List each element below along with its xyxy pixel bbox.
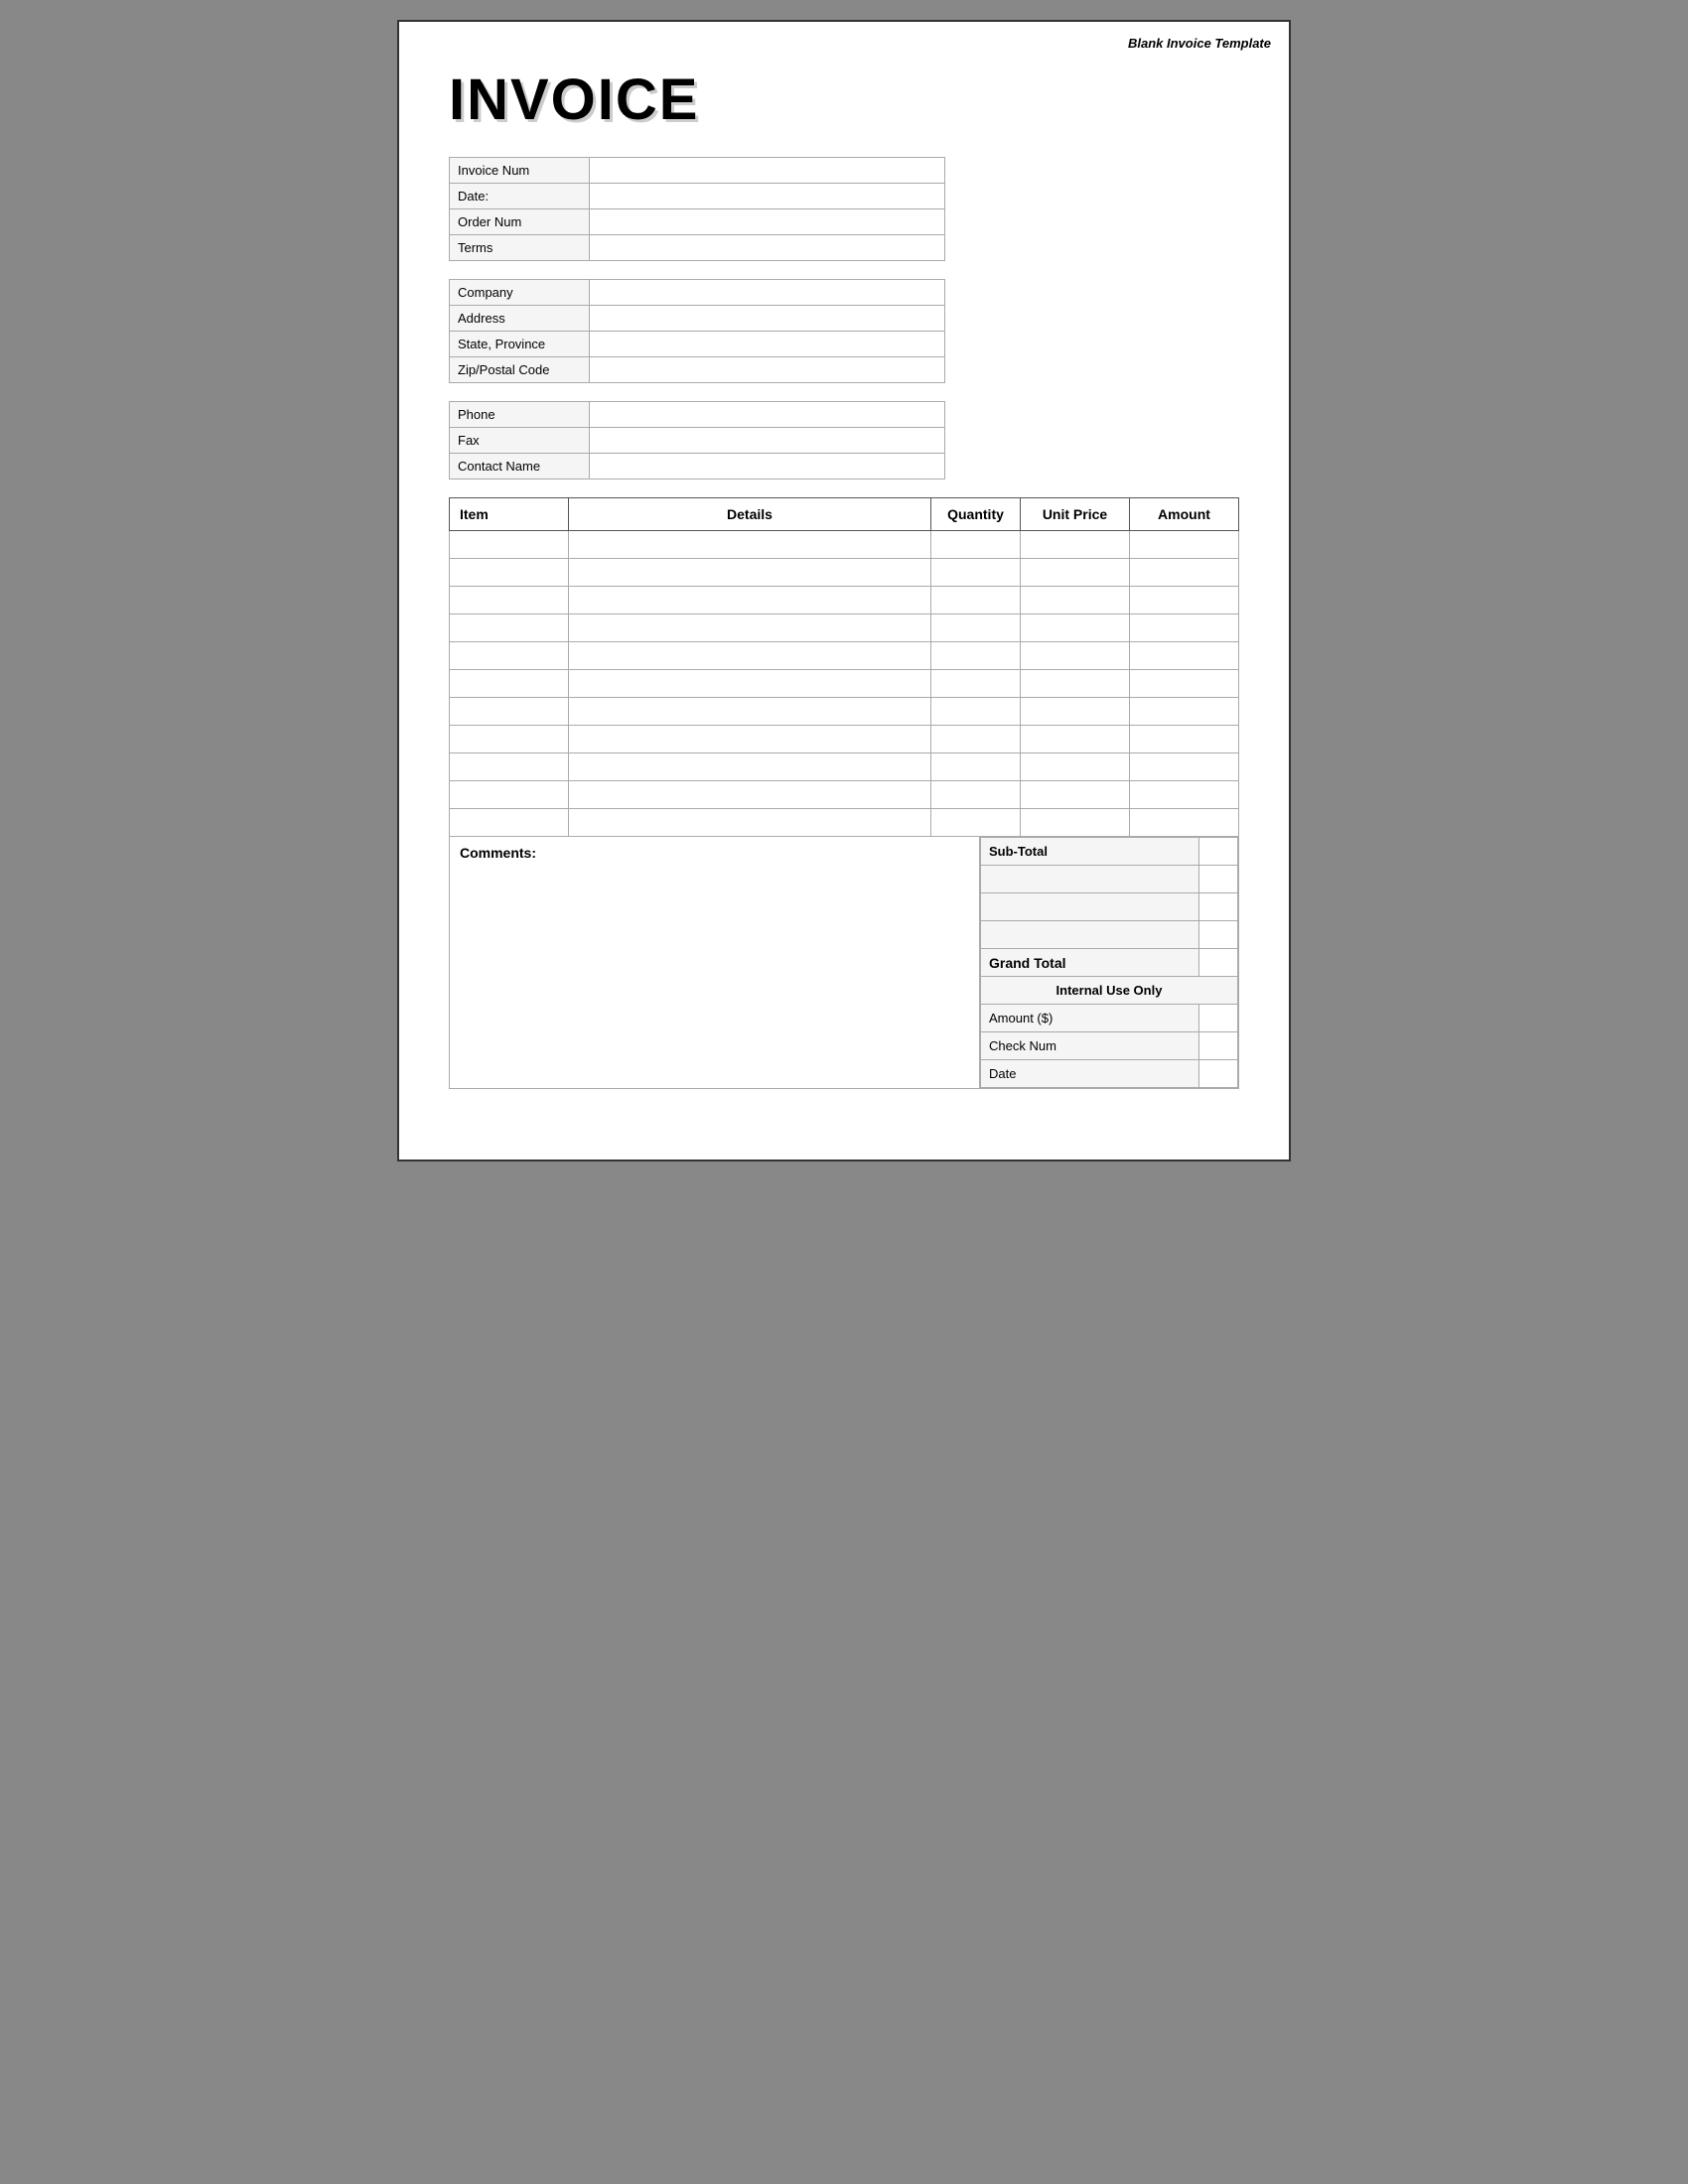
col-header-amount: Amount bbox=[1130, 498, 1239, 531]
terms-row: Terms bbox=[450, 235, 945, 261]
address-value[interactable] bbox=[590, 306, 945, 332]
order-num-row: Order Num bbox=[450, 209, 945, 235]
phone-value[interactable] bbox=[590, 402, 945, 428]
phone-label: Phone bbox=[450, 402, 590, 428]
state-province-value[interactable] bbox=[590, 332, 945, 357]
internal-use-row: Internal Use Only bbox=[981, 977, 1238, 1005]
fax-label: Fax bbox=[450, 428, 590, 454]
totals-spacer-row-1 bbox=[981, 866, 1238, 893]
company-info-section: Company Address State, Province Zip/Post… bbox=[449, 279, 1239, 383]
subtotal-label: Sub-Total bbox=[981, 838, 1199, 866]
totals-spacer-row-3 bbox=[981, 921, 1238, 949]
col-header-unit-price: Unit Price bbox=[1021, 498, 1130, 531]
date-label: Date: bbox=[450, 184, 590, 209]
company-info-table: Company Address State, Province Zip/Post… bbox=[449, 279, 945, 383]
table-row bbox=[450, 642, 1239, 670]
address-row: Address bbox=[450, 306, 945, 332]
fax-value[interactable] bbox=[590, 428, 945, 454]
contact-info-table: Phone Fax Contact Name bbox=[449, 401, 945, 479]
col-header-details: Details bbox=[569, 498, 931, 531]
terms-value[interactable] bbox=[590, 235, 945, 261]
subtotal-value[interactable] bbox=[1198, 838, 1237, 866]
amount-dollar-row: Amount ($) bbox=[981, 1005, 1238, 1032]
col-header-quantity: Quantity bbox=[931, 498, 1021, 531]
state-province-label: State, Province bbox=[450, 332, 590, 357]
table-row bbox=[450, 809, 1239, 837]
table-row bbox=[450, 726, 1239, 753]
col-header-item: Item bbox=[450, 498, 569, 531]
table-row bbox=[450, 781, 1239, 809]
page-title: Blank Invoice Template bbox=[1128, 36, 1271, 51]
table-row bbox=[450, 753, 1239, 781]
grand-total-value[interactable] bbox=[1198, 949, 1237, 977]
invoice-title: INVOICE bbox=[449, 71, 1239, 129]
zip-label: Zip/Postal Code bbox=[450, 357, 590, 383]
table-row bbox=[450, 670, 1239, 698]
check-num-label: Check Num bbox=[981, 1032, 1199, 1060]
zip-row: Zip/Postal Code bbox=[450, 357, 945, 383]
invoice-num-label: Invoice Num bbox=[450, 158, 590, 184]
grand-total-label: Grand Total bbox=[981, 949, 1199, 977]
company-label: Company bbox=[450, 280, 590, 306]
phone-row: Phone bbox=[450, 402, 945, 428]
comments-label: Comments: bbox=[460, 845, 969, 861]
date-row: Date: bbox=[450, 184, 945, 209]
company-value[interactable] bbox=[590, 280, 945, 306]
table-row bbox=[450, 698, 1239, 726]
table-row bbox=[450, 559, 1239, 587]
subtotal-row: Sub-Total bbox=[981, 838, 1238, 866]
internal-date-label: Date bbox=[981, 1060, 1199, 1088]
contact-name-value[interactable] bbox=[590, 454, 945, 479]
contact-name-row: Contact Name bbox=[450, 454, 945, 479]
items-header-row: Item Details Quantity Unit Price Amount bbox=[450, 498, 1239, 531]
bottom-section: Comments: Sub-Total bbox=[449, 837, 1239, 1089]
amount-dollar-label: Amount ($) bbox=[981, 1005, 1199, 1032]
order-num-value[interactable] bbox=[590, 209, 945, 235]
date-value[interactable] bbox=[590, 184, 945, 209]
totals-table: Sub-Total bbox=[980, 837, 1238, 1088]
invoice-page: Blank Invoice Template INVOICE Invoice N… bbox=[397, 20, 1291, 1161]
totals-spacer-row-2 bbox=[981, 893, 1238, 921]
table-row bbox=[450, 587, 1239, 614]
fax-row: Fax bbox=[450, 428, 945, 454]
amount-dollar-value[interactable] bbox=[1198, 1005, 1237, 1032]
internal-date-row: Date bbox=[981, 1060, 1238, 1088]
company-row: Company bbox=[450, 280, 945, 306]
invoice-num-value[interactable] bbox=[590, 158, 945, 184]
items-table: Item Details Quantity Unit Price Amount bbox=[449, 497, 1239, 837]
invoice-info-section: Invoice Num Date: Order Num Terms bbox=[449, 157, 1239, 261]
comments-section: Comments: bbox=[450, 837, 980, 1088]
zip-value[interactable] bbox=[590, 357, 945, 383]
order-num-label: Order Num bbox=[450, 209, 590, 235]
invoice-header: INVOICE bbox=[449, 71, 1239, 129]
table-row bbox=[450, 614, 1239, 642]
invoice-info-table: Invoice Num Date: Order Num Terms bbox=[449, 157, 945, 261]
grand-total-row: Grand Total bbox=[981, 949, 1238, 977]
contact-name-label: Contact Name bbox=[450, 454, 590, 479]
internal-date-value[interactable] bbox=[1198, 1060, 1237, 1088]
address-label: Address bbox=[450, 306, 590, 332]
terms-label: Terms bbox=[450, 235, 590, 261]
totals-section: Sub-Total bbox=[980, 837, 1238, 1088]
invoice-num-row: Invoice Num bbox=[450, 158, 945, 184]
state-province-row: State, Province bbox=[450, 332, 945, 357]
check-num-row: Check Num bbox=[981, 1032, 1238, 1060]
internal-use-label: Internal Use Only bbox=[981, 977, 1238, 1005]
table-row bbox=[450, 531, 1239, 559]
contact-info-section: Phone Fax Contact Name bbox=[449, 401, 1239, 479]
check-num-value[interactable] bbox=[1198, 1032, 1237, 1060]
